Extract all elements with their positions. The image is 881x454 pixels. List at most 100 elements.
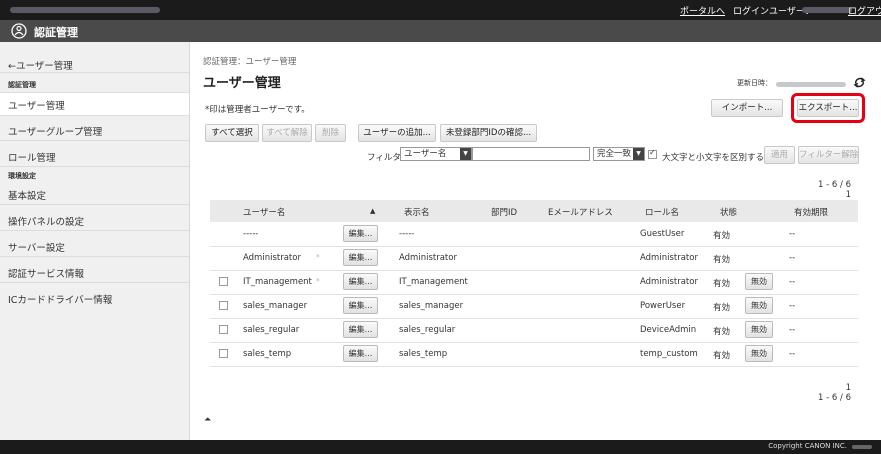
table-header [210, 200, 858, 222]
sidebar-item-panel-settings[interactable]: 操作パネルの設定 [8, 214, 84, 228]
display-name-cell: sales_temp [399, 349, 448, 359]
disable-button[interactable]: 無効 [745, 297, 773, 314]
paging-page-top: 1 [845, 190, 851, 200]
row-checkbox[interactable] [219, 349, 228, 358]
disable-button[interactable]: 無効 [745, 345, 773, 362]
copyright: Copyright CANON INC. [768, 442, 847, 450]
role-cell: GuestUser [640, 229, 685, 239]
logout-link[interactable]: ログアウト [848, 4, 881, 17]
sidebar-item-basic-settings[interactable]: 基本設定 [8, 188, 46, 202]
edit-button[interactable]: 編集... [343, 321, 378, 338]
sidebar: ←ユーザー管理 認証管理 ユーザー管理 ユーザーグループ管理 ロール管理 環境設… [0, 42, 190, 440]
row-divider [210, 270, 858, 271]
filter-field-value: ユーザー名 [404, 149, 447, 159]
sort-asc-icon[interactable]: ▲ [370, 207, 375, 215]
clear-filter-button[interactable]: フィルター解除 [798, 146, 859, 164]
display-name-cell: IT_management [399, 277, 468, 287]
filter-text-input[interactable] [472, 147, 590, 161]
col-role[interactable]: ロール名 [645, 206, 679, 218]
check-unregistered-dept-button[interactable]: 未登録部門IDの確認... [440, 124, 537, 142]
expiry-cell: -- [789, 277, 796, 287]
sidebar-item-ic-card-driver-info[interactable]: ICカードドライバー情報 [8, 292, 112, 306]
row-divider [210, 318, 858, 319]
select-all-button[interactable]: すべて選択 [205, 124, 259, 142]
sidebar-section-auth: 認証管理 [8, 81, 36, 89]
role-cell: temp_custom [640, 349, 698, 359]
sidebar-item-role-management[interactable]: ロール管理 [8, 150, 56, 164]
delete-button[interactable]: 削除 [315, 124, 346, 142]
breadcrumb: 認証管理：ユーザー管理 [203, 57, 297, 67]
user-name-cell: Administrator [243, 253, 301, 263]
page-title: ユーザー管理 [203, 76, 281, 91]
deselect-all-button[interactable]: すべて解除 [262, 124, 312, 142]
sidebar-section-env: 環境設定 [8, 172, 36, 180]
sidebar-item-server-settings[interactable]: サーバー設定 [8, 240, 65, 254]
disable-button[interactable]: 無効 [745, 273, 773, 290]
edit-button[interactable]: 編集... [343, 273, 378, 290]
col-dept-id[interactable]: 部門ID [491, 206, 517, 218]
user-name-cell: sales_manager [243, 301, 308, 311]
add-user-button[interactable]: ユーザーの追加... [358, 124, 436, 142]
sidebar-back-link[interactable]: ←ユーザー管理 [8, 58, 73, 72]
apply-filter-button[interactable]: 適用 [764, 146, 795, 164]
display-name-cell: ----- [399, 229, 415, 239]
import-button[interactable]: インポート... [711, 99, 783, 117]
case-sensitive-checkbox[interactable] [648, 148, 657, 159]
row-divider [210, 246, 858, 247]
status-cell: 有効 [713, 255, 731, 265]
edit-button[interactable]: 編集... [343, 249, 378, 266]
admin-note: *印は管理者ユーザーです。 [205, 105, 310, 115]
row-checkbox[interactable] [219, 301, 228, 310]
refresh-icon[interactable] [853, 76, 866, 89]
expiry-cell: -- [789, 229, 796, 239]
row-checkbox[interactable] [219, 277, 228, 286]
col-display-name[interactable]: 表示名 [404, 206, 430, 218]
app-title-bar: 認証管理 [0, 20, 881, 42]
row-divider [210, 294, 858, 295]
edit-button[interactable]: 編集... [343, 297, 378, 314]
footer: Copyright CANON INC. [0, 440, 881, 454]
role-cell: DeviceAdmin [640, 325, 697, 335]
expiry-cell: -- [789, 301, 796, 311]
user-name-cell: IT_management [243, 277, 312, 287]
filter-field-select[interactable]: ユーザー名 ▼ [400, 147, 472, 161]
export-highlight-box [791, 93, 865, 123]
admin-mark: * [315, 253, 320, 262]
paging-page-bottom: 1 [845, 383, 851, 393]
to-top-icon[interactable]: ⏶ [204, 415, 211, 425]
col-expiry[interactable]: 有効期限 [794, 206, 828, 218]
edit-button[interactable]: 編集... [343, 345, 378, 362]
case-sensitive-label: 大文字と小文字を区別する [662, 153, 765, 163]
row-divider [210, 342, 858, 343]
status-cell: 有効 [713, 279, 731, 289]
sidebar-item-auth-service-info[interactable]: 認証サービス情報 [8, 266, 84, 280]
sidebar-item-user-group-management[interactable]: ユーザーグループ管理 [8, 124, 102, 138]
col-user-name[interactable]: ユーザー名 [243, 206, 285, 218]
paging-range-bottom: 1 - 6 / 6 [818, 393, 851, 403]
row-divider [210, 366, 858, 367]
status-cell: 有効 [713, 327, 731, 337]
edit-button[interactable]: 編集... [343, 225, 378, 242]
user-name-cell: sales_temp [243, 349, 292, 359]
row-checkbox[interactable] [219, 325, 228, 334]
app-title: 認証管理 [34, 26, 78, 39]
display-name-cell: sales_regular [399, 325, 456, 335]
portal-link[interactable]: ポータルへ [680, 4, 725, 17]
expiry-cell: -- [789, 349, 796, 359]
disable-button[interactable]: 無効 [745, 321, 773, 338]
user-name-cell: sales_regular [243, 325, 300, 335]
role-cell: Administrator [640, 277, 698, 287]
match-type-select[interactable]: 完全一致 ▼ [593, 147, 645, 161]
col-status[interactable]: 状態 [720, 206, 737, 218]
updated-label: 更新日時： [737, 79, 772, 87]
status-cell: 有効 [713, 303, 731, 313]
status-cell: 有効 [713, 231, 731, 241]
login-user-name-redacted [802, 7, 852, 13]
display-name-cell: Administrator [399, 253, 457, 263]
sidebar-item-user-management[interactable]: ユーザー管理 [8, 98, 65, 112]
col-email[interactable]: Eメールアドレス [548, 206, 613, 218]
copyright-year-redacted [852, 445, 872, 449]
match-type-value: 完全一致 [597, 149, 632, 159]
role-cell: PowerUser [640, 301, 686, 311]
device-name-redacted [10, 7, 160, 13]
